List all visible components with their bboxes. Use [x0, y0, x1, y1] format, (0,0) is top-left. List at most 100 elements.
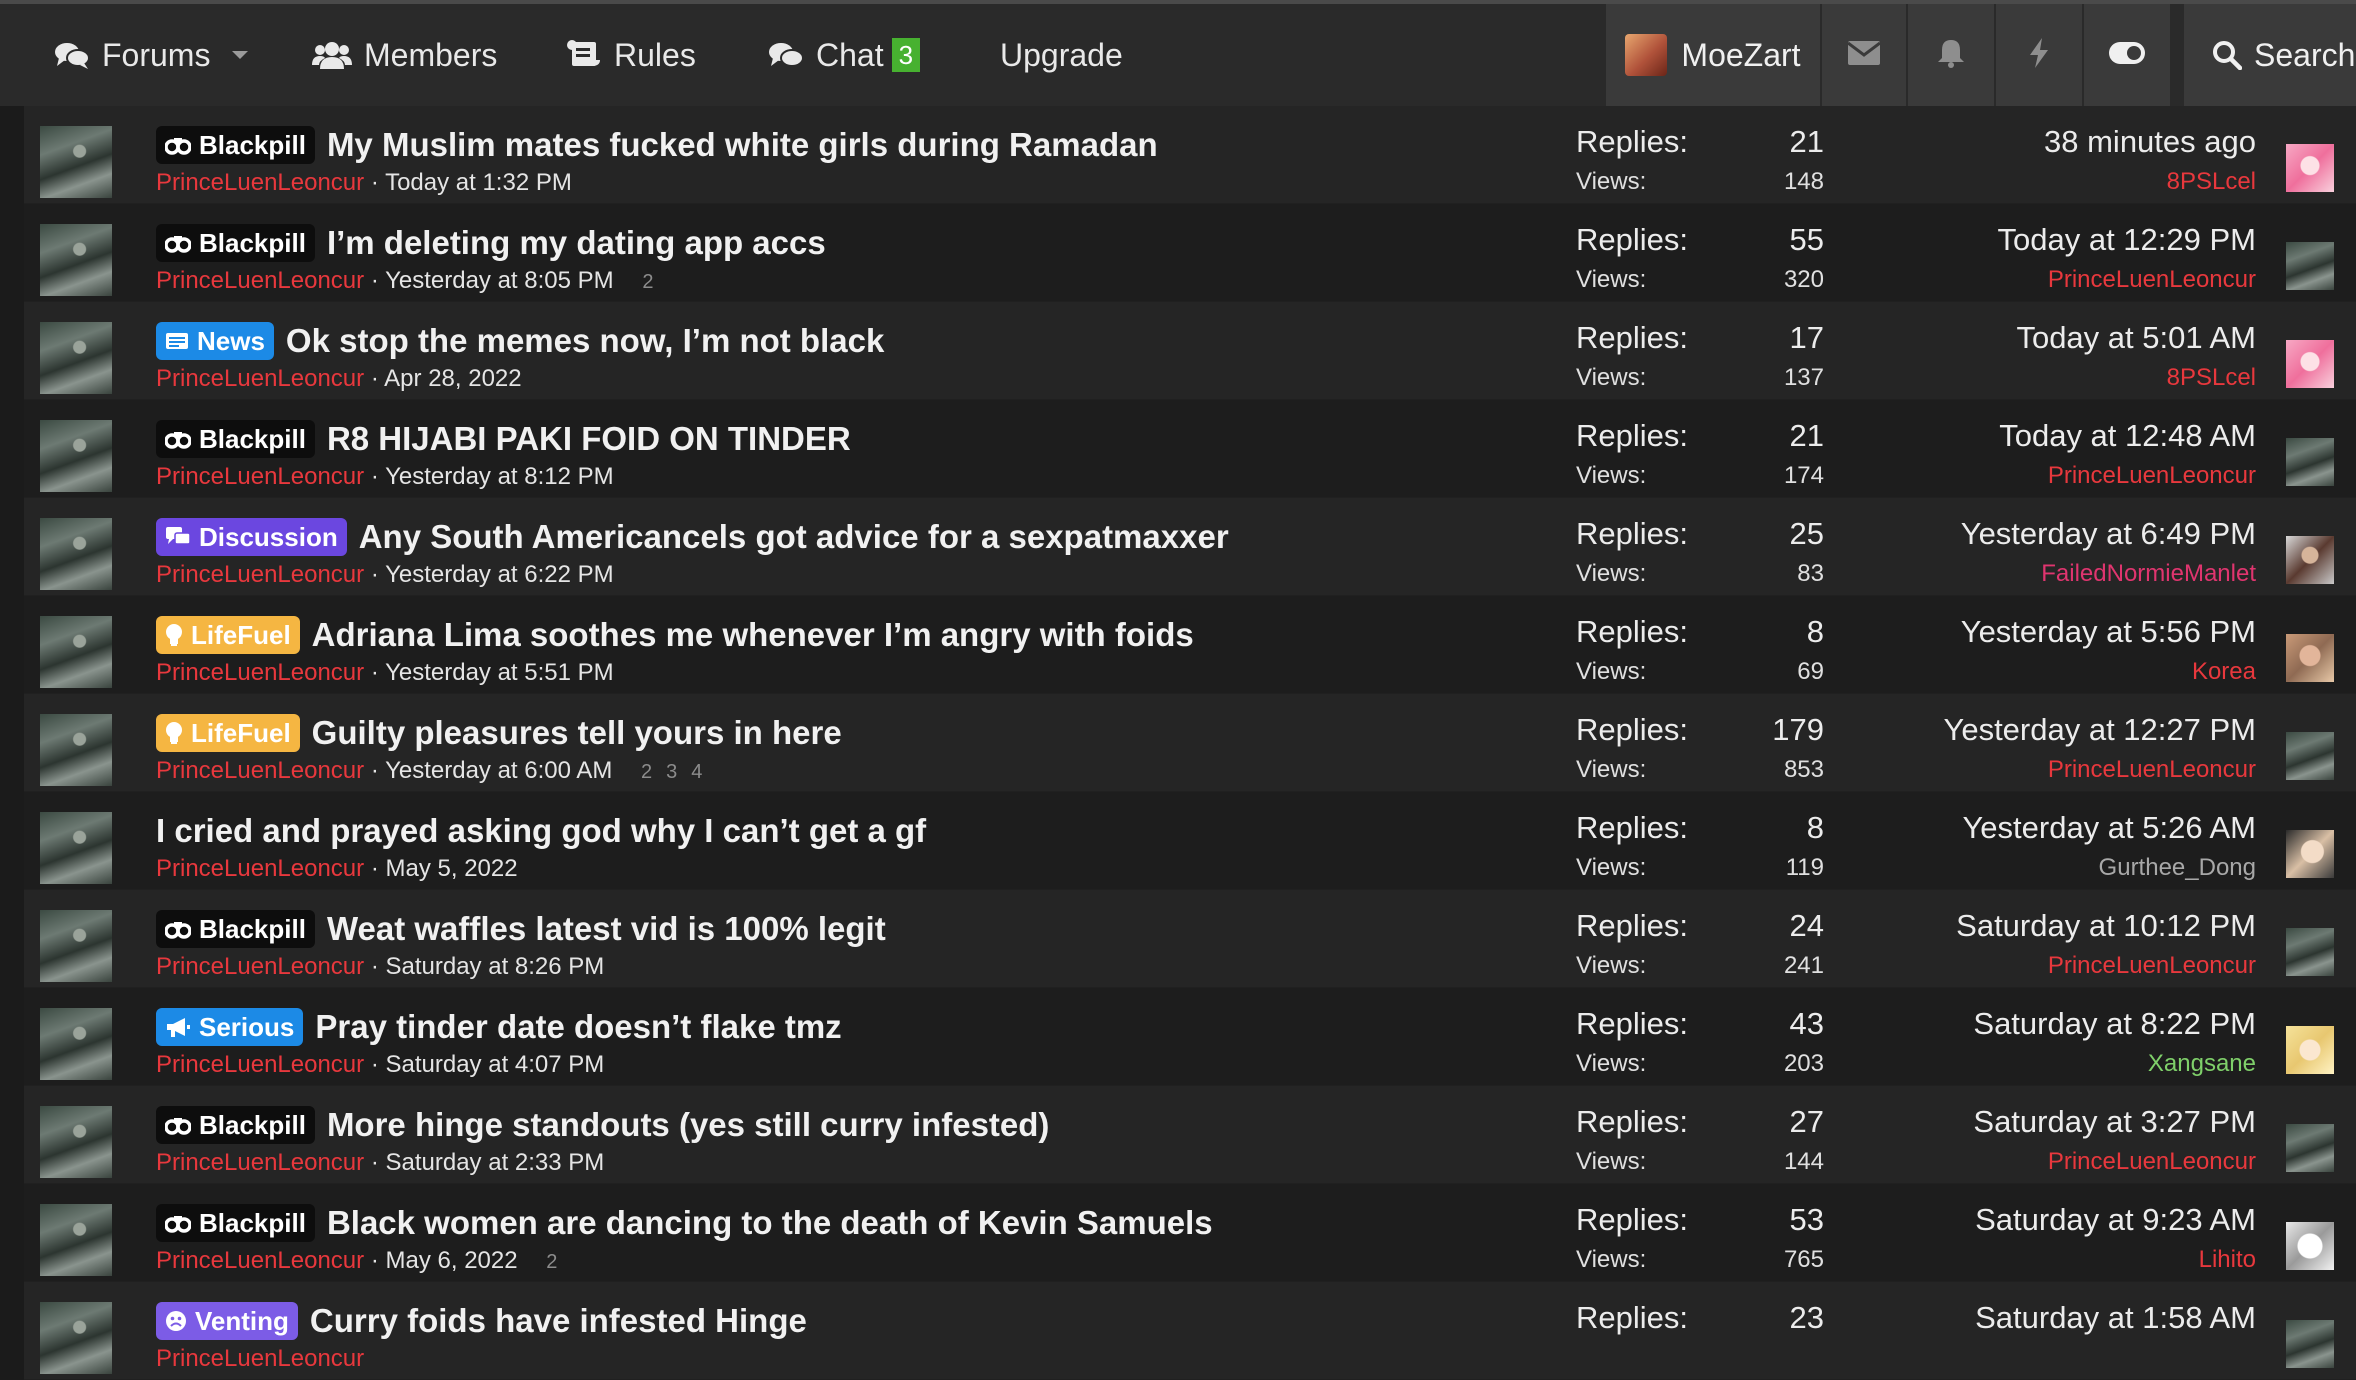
thread-start-date[interactable]: May 6, 2022 — [386, 1247, 518, 1274]
last-poster-link[interactable]: PrinceLuenLeoncur — [2048, 462, 2256, 490]
page-link[interactable]: 2 — [642, 271, 653, 293]
last-poster-link[interactable]: PrinceLuenLeoncur — [2048, 1148, 2256, 1176]
thread-author-avatar[interactable] — [40, 322, 112, 394]
last-poster-link[interactable]: FailedNormieManlet — [2041, 560, 2256, 588]
thread-author-avatar[interactable] — [40, 224, 112, 296]
last-poster-link[interactable]: PrinceLuenLeoncur — [2048, 266, 2256, 294]
thread-title-link[interactable]: Weat waffles latest vid is 100% legit — [327, 910, 886, 948]
thread-title-link[interactable]: Pray tinder date doesn’t flake tmz — [315, 1008, 841, 1046]
thread-start-date[interactable]: Yesterday at 8:05 PM — [385, 267, 614, 294]
last-post-date[interactable]: Saturday at 1:58 AM — [1975, 1300, 2256, 1336]
thread-title-link[interactable]: I cried and prayed asking god why I can’… — [156, 812, 926, 850]
last-post-date[interactable]: Yesterday at 6:49 PM — [1961, 516, 2256, 552]
thread-prefix-label[interactable]: Blackpill — [156, 910, 315, 948]
last-poster-avatar[interactable] — [2286, 242, 2334, 290]
thread-start-date[interactable]: Yesterday at 5:51 PM — [385, 659, 614, 686]
last-poster-link[interactable]: PrinceLuenLeoncur — [2048, 952, 2256, 980]
nav-rules[interactable]: Rules — [566, 4, 696, 106]
last-poster-link[interactable]: Lihito — [2199, 1246, 2256, 1274]
thread-author-link[interactable]: PrinceLuenLeoncur — [156, 855, 364, 882]
last-post-date[interactable]: Yesterday at 5:26 AM — [1962, 810, 2256, 846]
last-post-date[interactable]: Saturday at 8:22 PM — [1973, 1006, 2256, 1042]
thread-author-link[interactable]: PrinceLuenLeoncur — [156, 267, 364, 294]
nav-members[interactable]: Members — [312, 4, 497, 106]
nav-forums[interactable]: Forums — [54, 4, 210, 106]
thread-author-link[interactable]: PrinceLuenLeoncur — [156, 659, 364, 686]
thread-author-link[interactable]: PrinceLuenLeoncur — [156, 757, 364, 784]
nav-chat[interactable]: Chat 3 — [768, 4, 921, 106]
thread-author-avatar[interactable] — [40, 1302, 112, 1374]
last-poster-link[interactable]: Korea — [2192, 658, 2256, 686]
last-poster-avatar[interactable] — [2286, 1026, 2334, 1074]
last-post-date[interactable]: Yesterday at 5:56 PM — [1961, 614, 2256, 650]
last-poster-avatar[interactable] — [2286, 536, 2334, 584]
thread-prefix-label[interactable]: Serious — [156, 1008, 304, 1046]
last-poster-avatar[interactable] — [2286, 928, 2334, 976]
last-poster-avatar[interactable] — [2286, 634, 2334, 682]
thread-prefix-label[interactable]: News — [156, 322, 274, 360]
thread-author-avatar[interactable] — [40, 420, 112, 492]
page-link[interactable]: 4 — [691, 761, 702, 783]
thread-author-avatar[interactable] — [40, 126, 112, 198]
nav-upgrade[interactable]: Upgrade — [1000, 4, 1123, 106]
thread-prefix-label[interactable]: Blackpill — [156, 1204, 315, 1242]
last-post-date[interactable]: 38 minutes ago — [2044, 124, 2256, 160]
last-poster-link[interactable]: 8PSLcel — [2167, 168, 2256, 196]
last-poster-avatar[interactable] — [2286, 732, 2334, 780]
thread-title-link[interactable]: Ok stop the memes now, I’m not black — [286, 322, 884, 360]
alerts-button[interactable] — [1908, 4, 1994, 106]
thread-author-link[interactable]: PrinceLuenLeoncur — [156, 1149, 364, 1176]
last-post-date[interactable]: Today at 5:01 AM — [2016, 320, 2256, 356]
thread-author-link[interactable]: PrinceLuenLeoncur — [156, 169, 364, 196]
thread-author-avatar[interactable] — [40, 518, 112, 590]
thread-title-link[interactable]: More hinge standouts (yes still curry in… — [327, 1106, 1049, 1144]
thread-start-date[interactable]: Saturday at 4:07 PM — [386, 1051, 605, 1078]
thread-author-avatar[interactable] — [40, 812, 112, 884]
last-post-date[interactable]: Saturday at 10:12 PM — [1956, 908, 2256, 944]
thread-title-link[interactable]: I’m deleting my dating app accs — [327, 224, 826, 262]
last-post-date[interactable]: Saturday at 9:23 AM — [1975, 1202, 2256, 1238]
thread-start-date[interactable]: Apr 28, 2022 — [384, 365, 521, 392]
page-link[interactable]: 3 — [666, 761, 677, 783]
last-post-date[interactable]: Yesterday at 12:27 PM — [1944, 712, 2257, 748]
thread-author-avatar[interactable] — [40, 714, 112, 786]
thread-title-link[interactable]: Adriana Lima soothes me whenever I’m ang… — [312, 616, 1194, 654]
thread-prefix-label[interactable]: Blackpill — [156, 126, 315, 164]
account-menu[interactable]: MoeZart — [1606, 4, 1820, 106]
thread-start-date[interactable]: Saturday at 8:26 PM — [386, 953, 605, 980]
thread-start-date[interactable]: Today at 1:32 PM — [385, 169, 572, 196]
thread-author-link[interactable]: PrinceLuenLeoncur — [156, 1051, 364, 1078]
thread-prefix-label[interactable]: Venting — [156, 1302, 298, 1340]
thread-author-avatar[interactable] — [40, 1106, 112, 1178]
thread-title-link[interactable]: Black women are dancing to the death of … — [327, 1204, 1213, 1242]
last-post-date[interactable]: Today at 12:29 PM — [1998, 222, 2257, 258]
last-poster-avatar[interactable] — [2286, 144, 2334, 192]
thread-title-link[interactable]: Curry foids have infested Hinge — [310, 1302, 807, 1340]
thread-author-link[interactable]: PrinceLuenLeoncur — [156, 561, 364, 588]
thread-author-avatar[interactable] — [40, 1008, 112, 1080]
last-poster-avatar[interactable] — [2286, 1320, 2334, 1368]
last-poster-link[interactable]: Gurthee_Dong — [2099, 854, 2256, 882]
last-poster-avatar[interactable] — [2286, 1222, 2334, 1270]
thread-title-link[interactable]: Guilty pleasures tell yours in here — [312, 714, 842, 752]
thread-author-link[interactable]: PrinceLuenLeoncur — [156, 365, 364, 392]
last-poster-avatar[interactable] — [2286, 340, 2334, 388]
last-post-date[interactable]: Saturday at 3:27 PM — [1973, 1104, 2256, 1140]
thread-author-link[interactable]: PrinceLuenLeoncur — [156, 463, 364, 490]
last-poster-avatar[interactable] — [2286, 438, 2334, 486]
thread-author-avatar[interactable] — [40, 616, 112, 688]
thread-start-date[interactable]: Yesterday at 6:00 AM — [385, 757, 612, 784]
thread-prefix-label[interactable]: LifeFuel — [156, 714, 300, 752]
last-poster-avatar[interactable] — [2286, 830, 2334, 878]
last-poster-link[interactable]: Xangsane — [2148, 1050, 2256, 1078]
thread-start-date[interactable]: May 5, 2022 — [386, 855, 518, 882]
last-poster-link[interactable]: 8PSLcel — [2167, 364, 2256, 392]
thread-prefix-label[interactable]: Blackpill — [156, 1106, 315, 1144]
chevron-down-icon[interactable] — [230, 4, 250, 106]
thread-title-link[interactable]: Any South Americancels got advice for a … — [359, 518, 1229, 556]
conversations-button[interactable] — [1822, 4, 1906, 106]
thread-title-link[interactable]: R8 HIJABI PAKI FOID ON TINDER — [327, 420, 851, 458]
page-link[interactable]: 2 — [546, 1251, 557, 1273]
thread-author-link[interactable]: PrinceLuenLeoncur — [156, 953, 364, 980]
search-button[interactable]: Search — [2184, 4, 2356, 106]
